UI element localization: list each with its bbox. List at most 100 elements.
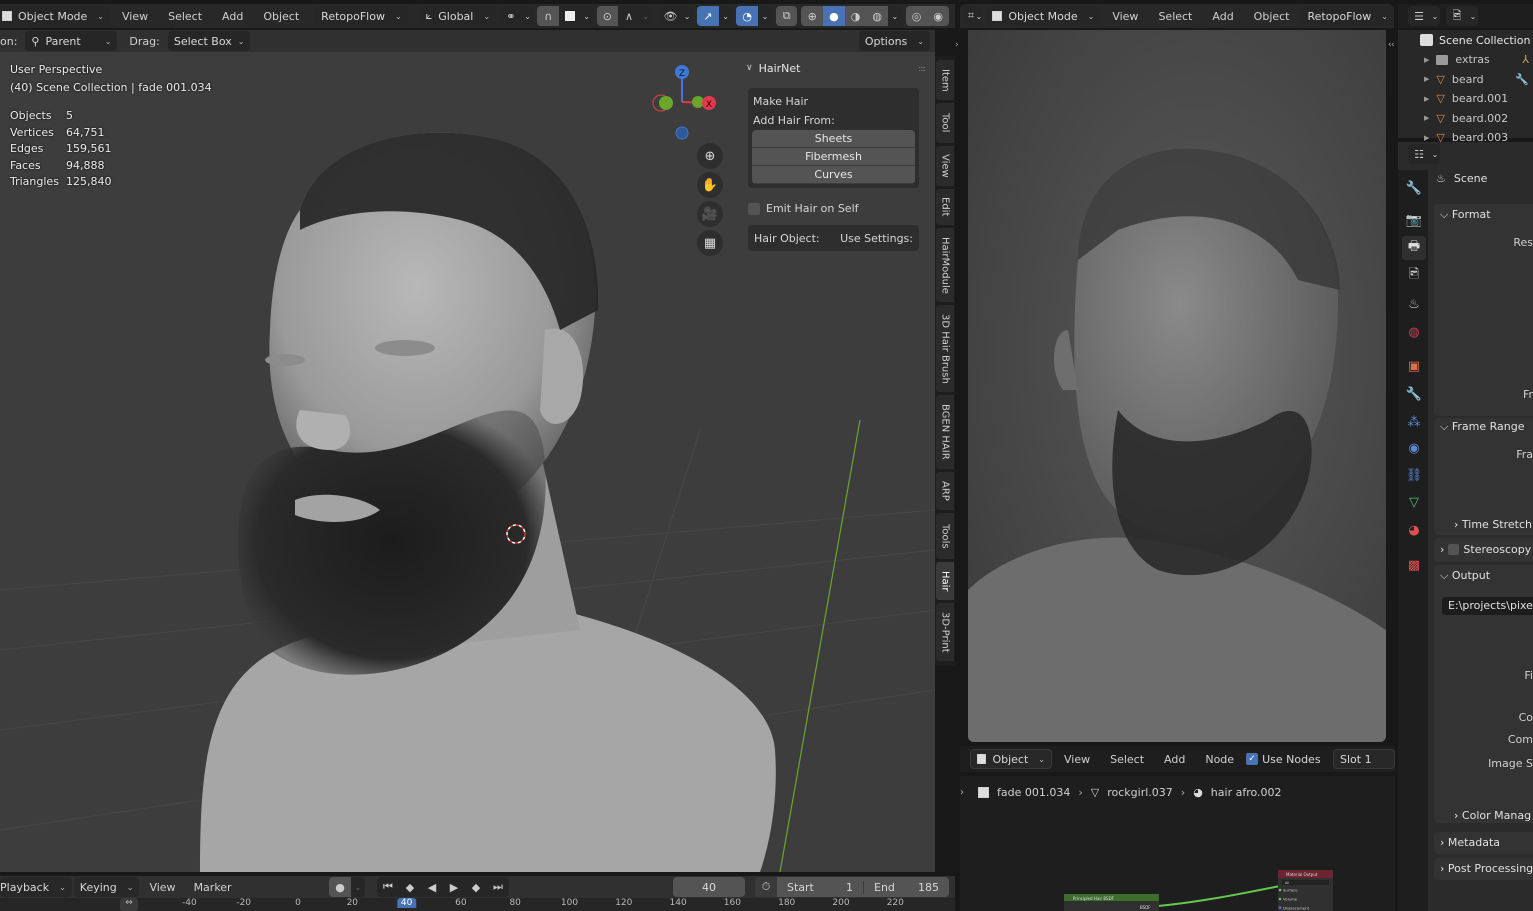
outliner-item[interactable]: ▶ ▽ beard.001 xyxy=(1398,89,1533,109)
keying-menu[interactable]: Keying ⌄ xyxy=(73,877,140,897)
particles-tab-icon[interactable]: ⁂ xyxy=(1402,410,1426,434)
expand-arrow-icon[interactable]: ▶ xyxy=(1424,114,1429,122)
data-tab-icon[interactable]: ▽ xyxy=(1402,490,1426,514)
output-header[interactable]: ⌵ Output xyxy=(1440,569,1490,583)
menu-select[interactable]: Select xyxy=(160,10,210,23)
rendered-shading-icon[interactable]: ◍ xyxy=(866,6,888,26)
ruler-toggle-icon[interactable]: ⇔ xyxy=(120,898,138,911)
parent-dropdown[interactable]: ⚲ Parent ⌄ xyxy=(25,31,118,51)
view-layer-tab-icon[interactable]: 🖻 xyxy=(1402,264,1426,288)
frame-range-header[interactable]: ⌵ Frame Range xyxy=(1440,420,1524,434)
drag-handle-icon[interactable]: :::: xyxy=(918,64,926,73)
scene-tab-icon[interactable]: ♨ xyxy=(1402,292,1426,316)
visibility-dropdown[interactable]: 👁 ⌄ xyxy=(659,6,694,26)
constraints-tab-icon[interactable]: ⛓ xyxy=(1402,463,1426,487)
tab-3d-hair-brush[interactable]: 3D Hair Brush xyxy=(936,305,954,392)
post-processing-section[interactable]: › Post Processing xyxy=(1434,858,1533,880)
modifier-tab-icon[interactable]: 🔧 xyxy=(1402,382,1426,406)
use-nodes-checkbox[interactable]: ✓ xyxy=(1246,753,1259,765)
render-tab-icon[interactable]: 📷 xyxy=(1402,208,1426,232)
snap-increment-icon[interactable] xyxy=(559,6,581,26)
current-frame-field[interactable]: 40 xyxy=(673,877,745,897)
playback-menu[interactable]: Playback ⌄ xyxy=(0,877,72,897)
right-menu-select[interactable]: Select xyxy=(1150,10,1200,23)
tab-hairmodule[interactable]: HairModule xyxy=(936,228,954,302)
wireframe-shading-icon[interactable]: ⊕ xyxy=(801,6,824,26)
record-icon[interactable]: ● xyxy=(329,877,351,897)
prev-keyframe-icon[interactable]: ◆ xyxy=(399,877,421,897)
stopwatch-icon[interactable]: ⏱ xyxy=(755,877,777,897)
jump-end-icon[interactable]: ⏭ xyxy=(487,877,509,897)
orientation-dropdown[interactable]: ⟀ Global ⌄ xyxy=(419,6,497,26)
snap-group[interactable]: ∩ ⌄ xyxy=(537,6,593,26)
restriction-icon[interactable]: ⅄ xyxy=(1522,53,1533,66)
output-tab-icon[interactable]: 🖶 xyxy=(1402,236,1426,260)
color-management-header[interactable]: › Color Manag xyxy=(1454,809,1531,822)
material-output-node[interactable]: Material Output All Surface Volume Displ… xyxy=(1278,870,1333,911)
menu-view[interactable]: View xyxy=(114,10,156,23)
use-nodes-toggle[interactable]: ✓ Use Nodes xyxy=(1246,753,1321,766)
physics-tab-icon[interactable]: ◉ xyxy=(1402,436,1426,460)
render-toggles[interactable]: ◎ ◉ xyxy=(905,6,949,26)
timeline-menu-view[interactable]: View xyxy=(141,881,183,894)
camera-view-button[interactable]: 🎥 xyxy=(697,201,723,227)
play-reverse-icon[interactable]: ◀ xyxy=(421,877,443,897)
stereoscopy-header[interactable]: › Stereoscopy xyxy=(1440,543,1531,556)
next-keyframe-icon[interactable]: ◆ xyxy=(465,877,487,897)
principled-hair-node[interactable]: Principled Hair BSDF BSDF xyxy=(1064,894,1159,911)
time-stretching-header[interactable]: › Time Stretch xyxy=(1454,518,1532,531)
outliner-collapse-arrow[interactable]: ‹ xyxy=(1391,40,1397,60)
sheets-button[interactable]: Sheets xyxy=(752,130,915,148)
play-icon[interactable]: ▶ xyxy=(443,877,465,897)
expand-arrow-icon[interactable]: ▶ xyxy=(1424,95,1429,103)
tab-edit[interactable]: Edit xyxy=(936,189,954,225)
slot-dropdown[interactable]: Slot 1 xyxy=(1333,749,1395,769)
tab-tools[interactable]: Tools xyxy=(936,513,954,559)
world-tab-icon[interactable]: ◍ xyxy=(1402,320,1426,344)
node-canvas[interactable]: Principled Hair BSDF BSDF Material Outpu… xyxy=(960,808,1395,911)
zoom-view-button[interactable]: ⊕ xyxy=(697,143,723,169)
mode-dropdown[interactable]: Object Mode ⌄ xyxy=(0,6,110,26)
right-menu-view[interactable]: View xyxy=(1104,10,1146,23)
curves-button[interactable]: Curves xyxy=(752,166,915,184)
auto-keying-group[interactable]: ● ⌄ xyxy=(329,877,365,897)
properties-editor-type[interactable]: ☷ ⌄ xyxy=(1408,144,1440,164)
pan-view-button[interactable]: ✋ xyxy=(697,172,723,198)
start-frame-field[interactable]: Start 1 xyxy=(777,881,863,894)
breadcrumb-object[interactable]: fade 001.034 xyxy=(997,786,1070,799)
proportional-group[interactable]: ⊙ ∧ ⌄ xyxy=(596,6,652,26)
emit-hair-checkbox-row[interactable]: Emit Hair on Self xyxy=(748,202,925,215)
xray-toggle[interactable]: ⧉ xyxy=(775,6,798,26)
render-region-icon[interactable]: ◎ xyxy=(905,6,928,26)
tab-arp[interactable]: ARP xyxy=(936,472,954,510)
breadcrumb-expand-icon[interactable]: › xyxy=(960,787,964,798)
object-tab-icon[interactable]: ▣ xyxy=(1402,354,1426,378)
right-menu-object[interactable]: Object xyxy=(1246,10,1298,23)
drag-dropdown[interactable]: Select Box ⌄ xyxy=(167,31,251,51)
material-shading-icon[interactable]: ◑ xyxy=(844,6,867,26)
output-path-field[interactable]: E:\projects\pixel xyxy=(1442,597,1533,615)
outliner-root[interactable]: Scene Collection xyxy=(1398,30,1533,50)
hairnet-panel-header[interactable]: ∨ HairNet :::: xyxy=(742,56,926,80)
sidebar-collapse-arrow[interactable]: › xyxy=(955,40,965,60)
right-retopoflow-menu[interactable]: RetopoFlow ⌄ xyxy=(1301,6,1394,26)
material-tab-icon[interactable]: ◕ xyxy=(1402,518,1426,542)
shading-modes[interactable]: ⊕ ● ◑ ◍ ⌄ xyxy=(801,6,902,26)
tool-tab-icon[interactable]: 🔧 xyxy=(1402,176,1426,200)
modifier-wrench-icon[interactable]: 🔧 xyxy=(1515,73,1533,86)
timeline-ruler[interactable]: ⇔ -40 -20 0 20 40 60 80 100 120 140 160 180 200 220 xyxy=(0,898,955,911)
ortho-toggle-button[interactable]: ▦ xyxy=(697,230,723,256)
right-menu-add[interactable]: Add xyxy=(1204,10,1241,23)
menu-add[interactable]: Add xyxy=(214,10,251,23)
render-preview-icon[interactable]: ◉ xyxy=(927,6,949,26)
snap-magnet-icon[interactable]: ∩ xyxy=(537,6,560,26)
breadcrumb-mesh[interactable]: rockgirl.037 xyxy=(1107,786,1173,799)
navigation-gizmo[interactable]: X Z xyxy=(640,60,730,140)
falloff-curve-icon[interactable]: ∧ xyxy=(618,6,640,26)
proportional-edit-icon[interactable]: ⊙ xyxy=(596,6,619,26)
neg-y-axis-handle[interactable] xyxy=(659,96,673,110)
breadcrumb-material[interactable]: hair afro.002 xyxy=(1211,786,1282,799)
end-frame-field[interactable]: End 185 xyxy=(863,880,949,894)
expand-arrow-icon[interactable]: ▶ xyxy=(1424,56,1429,64)
jump-start-icon[interactable]: ⏮ xyxy=(377,877,399,897)
